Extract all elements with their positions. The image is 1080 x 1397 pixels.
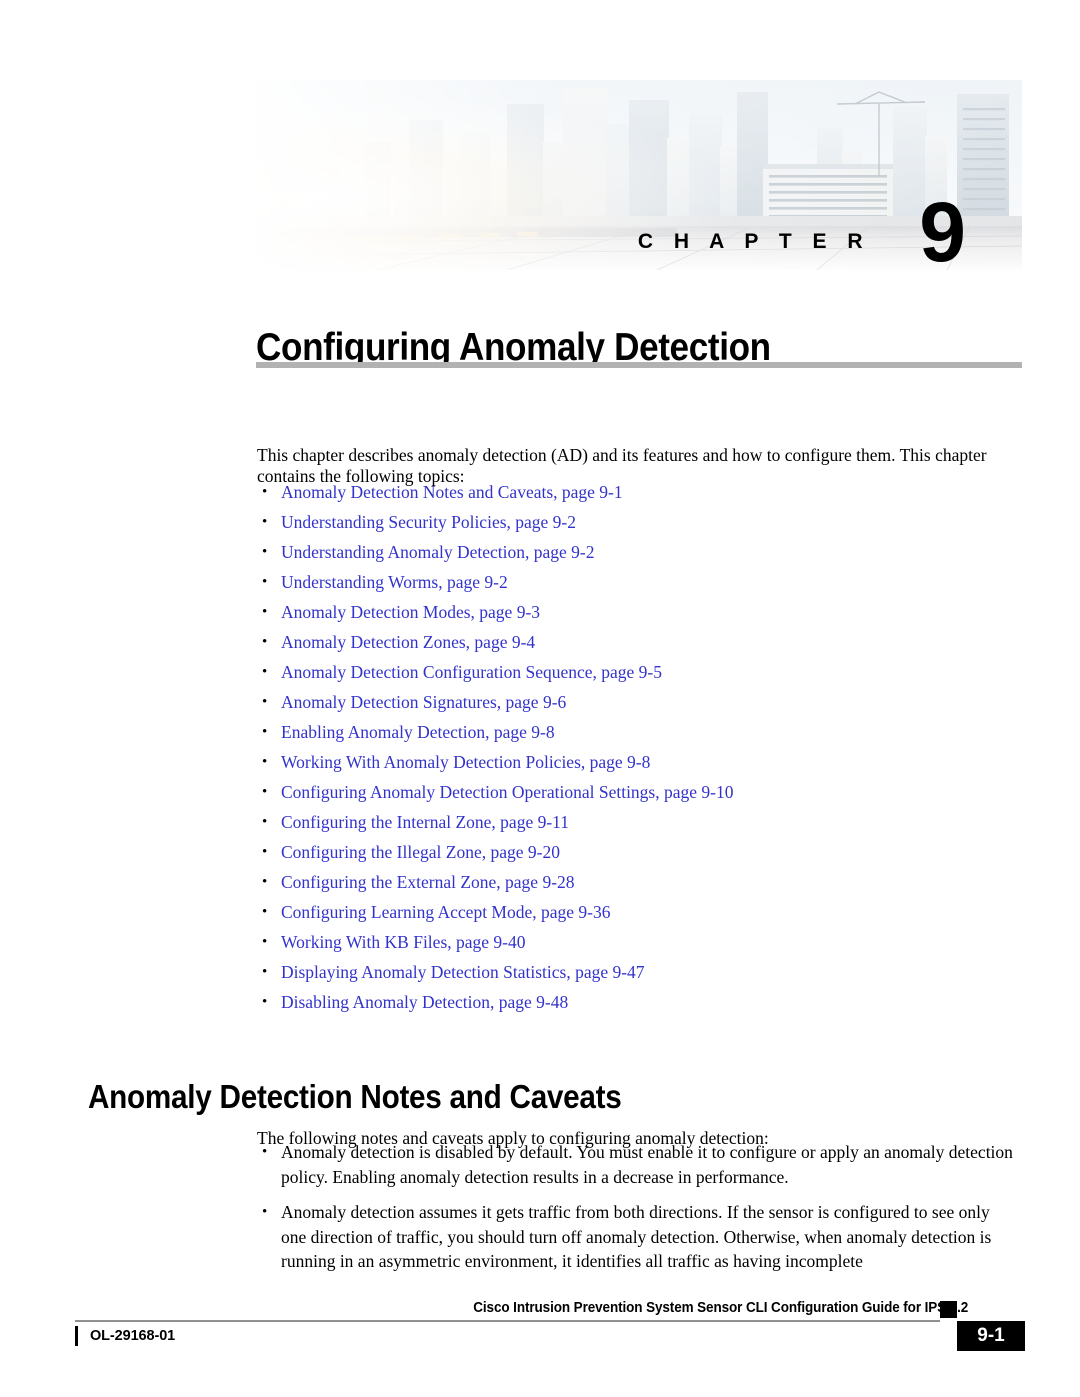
- toc-link[interactable]: Understanding Security Policies, page 9-…: [281, 512, 576, 532]
- toc-link[interactable]: Working With Anomaly Detection Policies,…: [281, 752, 650, 772]
- list-item: Disabling Anomaly Detection, page 9-48: [255, 989, 1020, 1019]
- list-item: Understanding Worms, page 9-2: [255, 569, 1020, 599]
- footer-divider: [75, 1320, 940, 1322]
- chapter-banner-image: C H A P T E R 9: [257, 80, 1022, 270]
- toc-link[interactable]: Configuring the Internal Zone, page 9-11: [281, 812, 569, 832]
- footer-page-number: 9-1: [977, 1325, 1005, 1346]
- list-item: Anomaly Detection Signatures, page 9-6: [255, 689, 1020, 719]
- toc-link[interactable]: Anomaly Detection Zones, page 9-4: [281, 632, 535, 652]
- list-item: Configuring the Illegal Zone, page 9-20: [255, 839, 1020, 869]
- section-heading: Anomaly Detection Notes and Caveats: [88, 1078, 622, 1116]
- toc-link[interactable]: Configuring the External Zone, page 9-28: [281, 872, 575, 892]
- list-item: Understanding Anomaly Detection, page 9-…: [255, 539, 1020, 569]
- caveats-list: Anomaly detection is disabled by default…: [255, 1140, 1017, 1285]
- toc-link[interactable]: Configuring Learning Accept Mode, page 9…: [281, 902, 611, 922]
- list-item: Understanding Security Policies, page 9-…: [255, 509, 1020, 539]
- toc-link[interactable]: Working With KB Files, page 9-40: [281, 932, 526, 952]
- toc-link[interactable]: Displaying Anomaly Detection Statistics,…: [281, 962, 645, 982]
- chapter-topics-list: Anomaly Detection Notes and Caveats, pag…: [255, 479, 1020, 1019]
- chapter-label: C H A P T E R: [637, 230, 870, 253]
- footer-guide-title: Cisco Intrusion Prevention System Sensor…: [473, 1300, 968, 1316]
- list-item: Anomaly detection assumes it gets traffi…: [255, 1200, 1017, 1274]
- list-item: Configuring Learning Accept Mode, page 9…: [255, 899, 1020, 929]
- list-item: Anomaly Detection Configuration Sequence…: [255, 659, 1020, 689]
- toc-link[interactable]: Anomaly Detection Configuration Sequence…: [281, 662, 662, 682]
- toc-link[interactable]: Enabling Anomaly Detection, page 9-8: [281, 722, 555, 742]
- list-item: Configuring the Internal Zone, page 9-11: [255, 809, 1020, 839]
- list-item: Anomaly detection is disabled by default…: [255, 1140, 1017, 1189]
- title-divider: [256, 362, 1022, 368]
- toc-link[interactable]: Anomaly Detection Modes, page 9-3: [281, 602, 540, 622]
- toc-link[interactable]: Disabling Anomaly Detection, page 9-48: [281, 992, 568, 1012]
- page-footer: Cisco Intrusion Prevention System Sensor…: [0, 1300, 1080, 1370]
- list-item: Enabling Anomaly Detection, page 9-8: [255, 719, 1020, 749]
- list-item: Displaying Anomaly Detection Statistics,…: [255, 959, 1020, 989]
- chapter-number: 9: [919, 185, 966, 270]
- toc-link[interactable]: Anomaly Detection Notes and Caveats, pag…: [281, 482, 623, 502]
- footer-document-id: OL-29168-01: [90, 1328, 176, 1344]
- toc-link[interactable]: Anomaly Detection Signatures, page 9-6: [281, 692, 566, 712]
- toc-link[interactable]: Configuring Anomaly Detection Operationa…: [281, 782, 733, 802]
- list-item: Configuring Anomaly Detection Operationa…: [255, 779, 1020, 809]
- list-item: Anomaly Detection Notes and Caveats, pag…: [255, 479, 1020, 509]
- toc-link[interactable]: Understanding Anomaly Detection, page 9-…: [281, 542, 594, 562]
- footer-left-tick: [75, 1326, 78, 1346]
- list-item: Anomaly Detection Modes, page 9-3: [255, 599, 1020, 629]
- toc-link[interactable]: Understanding Worms, page 9-2: [281, 572, 508, 592]
- toc-link[interactable]: Configuring the Illegal Zone, page 9-20: [281, 842, 560, 862]
- list-item: Anomaly Detection Zones, page 9-4: [255, 629, 1020, 659]
- list-item: Working With Anomaly Detection Policies,…: [255, 749, 1020, 779]
- list-item: Working With KB Files, page 9-40: [255, 929, 1020, 959]
- footer-square-marker: [940, 1301, 957, 1318]
- list-item: Configuring the External Zone, page 9-28: [255, 869, 1020, 899]
